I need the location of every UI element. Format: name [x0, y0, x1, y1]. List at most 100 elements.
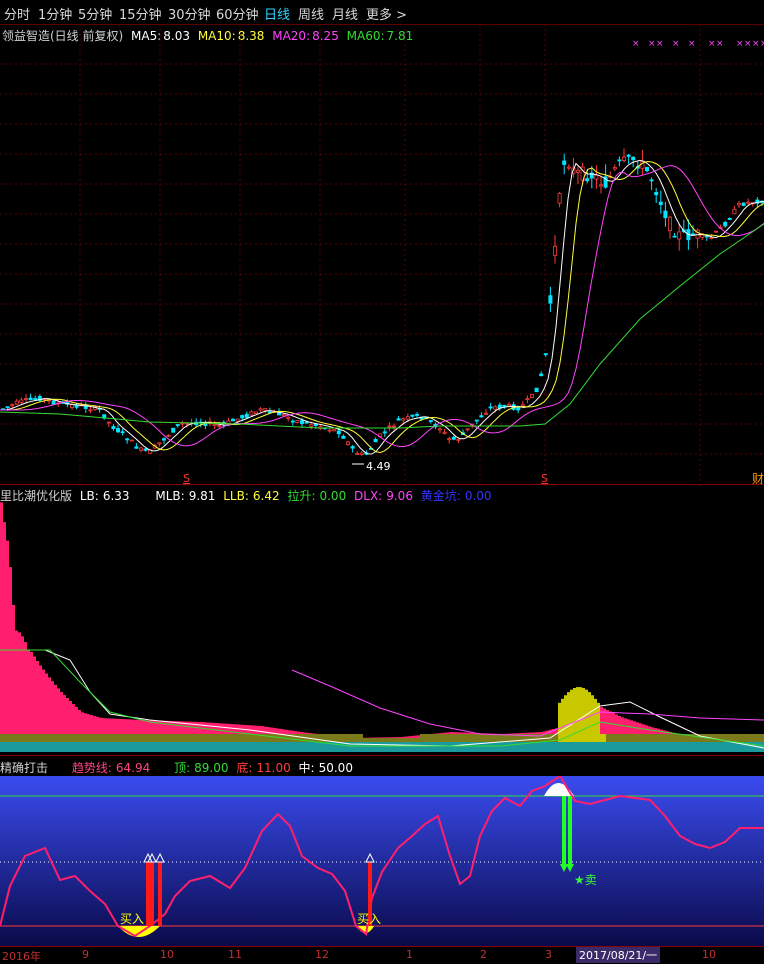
dlx-bar: [537, 734, 540, 742]
marker-x: ×: [752, 39, 760, 49]
dlx-bar: [150, 734, 153, 742]
dlx-bar: [264, 734, 267, 742]
base-band: [0, 742, 764, 752]
dlx-bar: [576, 687, 579, 742]
dlx-bar: [756, 734, 759, 742]
candle-body: [175, 424, 180, 426]
huangjin-value: 0.00: [464, 489, 492, 503]
period-tab-weekly[interactable]: 周线: [298, 4, 324, 23]
period-tab-30min[interactable]: 30分钟: [168, 4, 211, 23]
candle-body: [548, 295, 553, 304]
dlx-bar: [45, 734, 48, 742]
candlestick-chart[interactable]: × × × × × × × × × × ×: [0, 24, 764, 486]
dlx-bar: [402, 738, 405, 742]
dlx-bar: [129, 734, 132, 742]
lb-bar: [12, 604, 15, 752]
precision-strike-chart[interactable]: [0, 776, 764, 946]
candle-body: [299, 420, 304, 424]
dlx-bar: [354, 734, 357, 742]
candle-body: [737, 203, 742, 206]
candle-body: [129, 439, 134, 442]
dlx-bar: [480, 734, 483, 742]
dlx-bar: [456, 734, 459, 742]
marker-x: ×: [688, 39, 696, 49]
sell-signal: ★卖: [574, 873, 597, 887]
candle-body: [520, 404, 525, 407]
period-tab-15min[interactable]: 15分钟: [119, 4, 162, 23]
dlx-bar: [243, 734, 246, 742]
lb-label: LB:: [79, 489, 99, 503]
candle-body: [658, 201, 663, 205]
candle-body: [345, 441, 350, 446]
dlx-bar: [18, 734, 21, 742]
ma60-line: [0, 223, 764, 429]
candle-body: [576, 170, 581, 173]
candle-body: [341, 435, 346, 439]
period-tab-5min[interactable]: 5分钟: [78, 4, 112, 23]
candle-body: [74, 404, 79, 408]
lb-value: 6.33: [102, 489, 130, 503]
marker-x: ×: [656, 39, 664, 49]
mid-label: 中:: [298, 761, 315, 775]
period-tab-fenshi[interactable]: 分时: [4, 4, 30, 23]
period-tab-daily[interactable]: 日线: [264, 4, 290, 23]
candle-body: [180, 422, 185, 425]
liubichao-indicator-chart[interactable]: [0, 502, 764, 752]
candle-body: [217, 425, 222, 427]
period-toolbar: 分时 1分钟 5分钟 15分钟 30分钟 60分钟 日线 周线 月线 更多 >: [0, 0, 764, 25]
dlx-bar: [615, 734, 618, 742]
cursor-date-label: 2017/08/21/一: [576, 947, 661, 963]
dlx-bar: [141, 734, 144, 742]
candle-body: [391, 425, 396, 428]
dlx-bar: [219, 734, 222, 742]
dlx-bar: [99, 734, 102, 742]
dlx-bar: [378, 738, 381, 742]
dlx-bar: [102, 734, 105, 742]
dlx-bar: [717, 734, 720, 742]
dlx-bar: [477, 734, 480, 742]
dlx-bar: [276, 734, 279, 742]
panel3-info-line: 精确打击 趋势线: 64.94 顶: 89.00 底: 11.00 中: 50.00: [0, 759, 357, 776]
dlx-bar: [375, 738, 378, 742]
period-tab-more[interactable]: 更多 >: [366, 4, 407, 23]
candle-body: [704, 235, 709, 238]
dlx-bar: [432, 734, 435, 742]
candle-body: [474, 419, 479, 422]
candle-body: [387, 425, 392, 428]
buy-signal-1: 买入: [120, 912, 145, 926]
time-axis: 2016年 9 10 11 12 1 2 3 2017/08/21/一 10: [0, 946, 764, 963]
dlx-bar: [675, 734, 678, 742]
dlx-bar: [648, 734, 651, 742]
dlx-bar: [633, 734, 636, 742]
candle-body: [373, 438, 378, 443]
dlx-bar: [384, 738, 387, 742]
up-signal-bar: [146, 862, 150, 926]
dlx-bar: [720, 734, 723, 742]
llb-label: LLB:: [223, 489, 249, 503]
dlx-bar: [36, 734, 39, 742]
dlx-bar: [165, 734, 168, 742]
candle-body: [493, 406, 498, 410]
dlx-bar: [270, 734, 273, 742]
period-tab-60min[interactable]: 60分钟: [216, 4, 259, 23]
dlx-bar: [345, 734, 348, 742]
period-tab-1min[interactable]: 1分钟: [38, 4, 72, 23]
dlx-label: DLX:: [354, 489, 383, 503]
marker-x: ×: [672, 39, 680, 49]
trend-value: 64.94: [115, 761, 151, 775]
dlx-bar: [471, 734, 474, 742]
top-value: 89.00: [194, 761, 229, 775]
period-tab-monthly[interactable]: 月线: [332, 4, 358, 23]
axis-label-10b: 10: [702, 948, 716, 961]
candle-body: [88, 409, 93, 412]
panel-divider-2: [0, 755, 764, 756]
bottom-label: 底:: [236, 761, 253, 775]
dlx-bar: [156, 734, 159, 742]
marker-x: ×: [736, 39, 744, 49]
mid-value: 50.00: [318, 761, 353, 775]
candle-body: [654, 192, 659, 196]
dlx-bar: [411, 738, 414, 742]
candle-body: [649, 179, 654, 182]
dlx-bar: [189, 734, 192, 742]
dlx-bar: [195, 734, 198, 742]
